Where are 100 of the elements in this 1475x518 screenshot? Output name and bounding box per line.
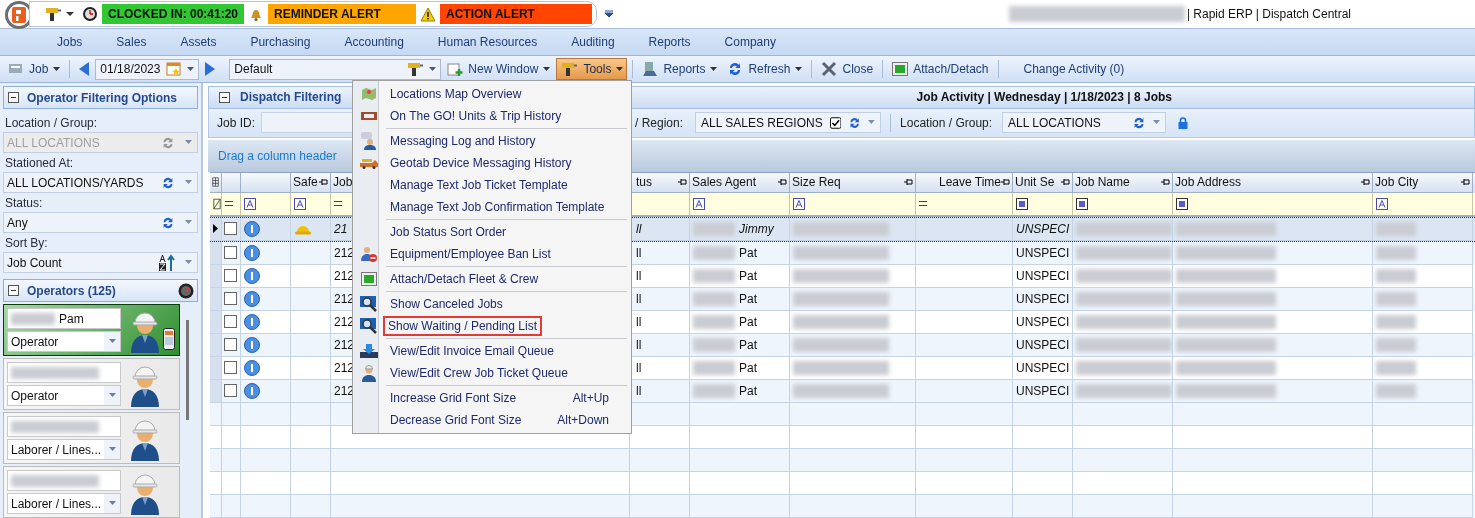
menu-item[interactable]: Purchasing [233,35,328,49]
column-header[interactable]: Job Name [1075,175,1161,190]
clock-icon[interactable] [82,6,98,22]
column-header[interactable]: Job City [1375,175,1461,190]
pin-icon[interactable] [904,178,913,187]
pin-icon[interactable] [1061,178,1070,187]
menu-item[interactable]: Locations Map Overview [355,83,629,105]
role-dropdown[interactable]: Laborer / Lines... [7,493,121,514]
checkbox[interactable] [224,384,237,398]
next-arrow-icon[interactable] [204,61,217,77]
collapse-icon[interactable] [8,285,19,296]
toolbar-button[interactable]: Attach/Detach [888,58,993,80]
lock-icon[interactable] [1178,116,1189,129]
name-field[interactable] [7,362,121,383]
pin-icon[interactable] [1361,178,1370,187]
pin-icon[interactable] [1461,178,1470,187]
column-header[interactable]: Unit Se [1015,175,1061,190]
previous-arrow-icon[interactable] [78,61,91,77]
info-icon[interactable] [244,360,260,376]
equals-icon[interactable] [225,201,233,207]
row-header[interactable] [210,218,222,241]
menu-item[interactable]: Messaging Log and History [355,130,629,152]
menu-item[interactable]: Decrease Grid Font Size Alt+Down [355,409,629,431]
scrollbar[interactable] [184,320,192,420]
clock-status[interactable]: CLOCKED IN: 00:41:20 [102,4,245,24]
name-field[interactable] [7,470,121,491]
menu-item[interactable]: Auditing [554,35,632,49]
filter-dropdown[interactable]: ALL LOCATIONS/YARDS [3,172,198,193]
toolbar-button[interactable]: New Window [443,58,555,80]
menu-item[interactable]: On The GO! Units & Trip History [355,105,629,127]
list-filter-icon[interactable] [1016,198,1028,210]
column-chooser-icon[interactable] [212,175,219,190]
location-dropdown[interactable]: ALL LOCATIONS [1002,112,1167,134]
menu-item[interactable]: Manage Text Job Confirmation Template [355,196,629,218]
menu-item[interactable]: Assets [163,35,234,49]
sort-icon[interactable] [159,253,175,272]
refresh-icon[interactable] [161,215,175,230]
menu-item[interactable]: Job Status Sort Order [355,221,629,243]
checkbox[interactable] [829,116,842,129]
operator-card[interactable]: Laborer / Lines... [3,466,180,518]
equals-icon[interactable] [334,201,342,207]
text-filter-icon[interactable] [244,198,256,210]
checkbox[interactable] [224,361,237,375]
column-header[interactable]: Leave Time [918,175,1001,190]
caret-icon[interactable] [66,11,74,17]
customize-icon[interactable] [605,10,614,18]
drill-icon[interactable] [44,6,62,22]
text-filter-icon[interactable] [793,198,805,210]
pin-icon[interactable] [319,178,328,187]
role-dropdown[interactable]: Operator [7,385,121,406]
info-icon[interactable] [244,291,260,307]
pin-icon[interactable] [1161,178,1170,187]
text-filter-icon[interactable] [1376,198,1388,210]
column-header[interactable]: tus [636,175,678,190]
text-filter-icon[interactable] [693,198,705,210]
info-icon[interactable] [244,383,260,399]
pin-icon[interactable] [778,178,787,187]
list-filter-icon[interactable] [1176,198,1188,210]
operator-card[interactable]: Operator [3,358,180,410]
info-icon[interactable] [244,337,260,353]
collapse-icon[interactable] [219,91,230,103]
toolbar-button[interactable]: Change Activity (0) [1019,58,1129,80]
collapse-icon[interactable] [8,92,19,103]
region-dropdown[interactable]: ALL SALES REGIONS [695,112,882,134]
menu-item[interactable]: Attach/Detach Fleet & Crew [355,268,629,290]
info-icon[interactable] [244,314,260,330]
input-field[interactable] [261,112,353,134]
job-button[interactable]: Job [4,58,65,80]
menu-item[interactable]: Geotab Device Messaging History [355,152,629,174]
checkbox[interactable] [224,222,237,236]
checkbox[interactable] [224,315,237,329]
reminder-alert[interactable]: REMINDER ALERT [268,4,417,24]
checkbox[interactable] [224,246,237,260]
role-dropdown[interactable]: Laborer / Lines... [7,439,121,460]
checkbox[interactable] [224,269,237,283]
menu-item[interactable]: Manage Text Job Ticket Template [355,174,629,196]
column-header[interactable]: Job Address [1175,175,1361,190]
info-icon[interactable] [244,245,260,261]
checkbox[interactable] [224,338,237,352]
gauge-icon[interactable] [178,282,194,299]
panel-title[interactable]: Dispatch Filtering [240,90,342,105]
menu-item[interactable]: Sales [99,35,164,49]
menu-item[interactable]: Accounting [327,35,421,49]
pin-icon[interactable] [678,178,687,187]
menu-item[interactable]: Reports [631,35,708,49]
filter-dropdown[interactable]: Any [3,212,198,233]
operator-card[interactable]: Pam Operator [3,304,180,356]
refresh-icon[interactable] [161,175,175,190]
date-field[interactable]: 01/18/2023 [95,58,200,80]
column-header[interactable]: Safe [293,175,319,190]
name-field[interactable]: Pam [7,308,121,329]
checkbox[interactable] [224,292,237,306]
toolbar-button[interactable]: Refresh [723,58,807,80]
operator-card[interactable]: Laborer / Lines... [3,412,180,464]
toolbar-button[interactable]: Reports [638,58,722,80]
toolbar-button[interactable]: Close [817,58,878,80]
menu-item[interactable]: Equipment/Employee Ban List [355,243,629,265]
filter-dropdown[interactable]: Job Count [3,252,198,273]
menu-item[interactable]: Jobs [40,35,100,49]
column-header[interactable]: Sales Agent [692,175,778,190]
